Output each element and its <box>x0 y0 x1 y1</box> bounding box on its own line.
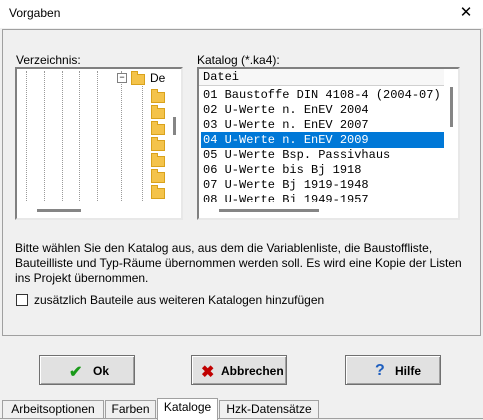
scroll-thumb[interactable] <box>173 117 176 135</box>
tab-farben[interactable]: Farben <box>105 400 156 418</box>
folder-icon[interactable] <box>151 121 165 135</box>
collapse-icon[interactable]: − <box>117 73 127 83</box>
scroll-thumb[interactable] <box>219 209 319 212</box>
tree-line <box>26 71 28 201</box>
catalog-list-item[interactable]: 06 U-Werte bis Bj 1918 <box>203 162 361 178</box>
catalog-vertical-scrollbar[interactable] <box>444 69 458 218</box>
x-icon: ✖ <box>201 364 215 381</box>
catalog-label: Katalog (*.ka4): <box>197 53 280 67</box>
info-text: Bitte wählen Sie den Katalog aus, aus de… <box>15 241 462 285</box>
folder-icon[interactable] <box>151 185 165 199</box>
tree-line <box>62 71 64 201</box>
catalog-horizontal-scrollbar[interactable] <box>199 202 458 218</box>
tree-item-top[interactable]: De <box>150 71 165 85</box>
folder-icon[interactable] <box>151 153 165 167</box>
folder-icon[interactable] <box>151 105 165 119</box>
tree-horizontal-scrollbar[interactable] <box>17 202 181 218</box>
column-header-datei[interactable]: Datei <box>199 69 444 86</box>
tree-line <box>44 71 46 201</box>
directory-label: Verzeichnis: <box>16 53 81 67</box>
ok-button[interactable]: ✔ Ok <box>39 355 135 385</box>
help-button[interactable]: ? Hilfe <box>345 355 441 385</box>
tab-kataloge[interactable]: Kataloge <box>157 398 218 420</box>
window-title: Vorgaben <box>9 6 61 20</box>
catalog-list-item[interactable]: 03 U-Werte n. EnEV 2007 <box>203 117 369 133</box>
folder-icon[interactable] <box>151 137 165 151</box>
catalog-list[interactable]: Datei 01 Baustoffe DIN 4108-4 (2004-07) 0… <box>197 67 460 220</box>
tree-line <box>79 71 81 201</box>
folder-icon[interactable] <box>151 169 165 183</box>
scroll-thumb[interactable] <box>37 209 81 212</box>
cancel-button-label: Abbrechen <box>221 364 284 378</box>
tab-strip: Arbeitsoptionen Farben Kataloge Hzk-Date… <box>0 398 483 420</box>
ok-button-label: Ok <box>93 364 110 378</box>
directory-tree[interactable]: − De <box>15 67 183 220</box>
folder-icon[interactable] <box>151 89 165 103</box>
tree-line <box>121 71 123 201</box>
folder-icon <box>131 71 145 85</box>
tab-hzk-datensaetze[interactable]: Hzk-Datensätze <box>219 400 319 418</box>
catalog-list-item[interactable]: 07 U-Werte Bj 1919-1948 <box>203 177 369 193</box>
help-icon: ? <box>375 362 385 379</box>
close-icon[interactable]: ✕ <box>452 2 480 24</box>
help-button-label: Hilfe <box>395 364 422 378</box>
catalog-list-item[interactable]: 01 Baustoffe DIN 4108-4 (2004-07) <box>203 87 441 103</box>
check-icon: ✔ <box>69 364 83 381</box>
tab-arbeitsoptionen[interactable]: Arbeitsoptionen <box>2 400 104 418</box>
tree-line <box>97 71 99 201</box>
additional-catalogs-checkbox[interactable] <box>16 294 28 306</box>
cancel-button[interactable]: ✖ Abbrechen <box>191 355 287 385</box>
catalog-list-item[interactable]: 05 U-Werte Bsp. Passivhaus <box>203 147 390 163</box>
checkbox-label[interactable]: zusätzlich Bauteile aus weiteren Katalog… <box>34 293 324 307</box>
title-bar: Vorgaben ✕ <box>0 0 483 28</box>
catalog-list-item[interactable]: 04 U-Werte n. EnEV 2009 <box>201 132 444 148</box>
tree-line <box>142 83 144 201</box>
tree-vertical-scrollbar[interactable] <box>167 69 181 218</box>
catalog-list-item[interactable]: 02 U-Werte n. EnEV 2004 <box>203 102 369 118</box>
scroll-thumb[interactable] <box>450 87 453 127</box>
